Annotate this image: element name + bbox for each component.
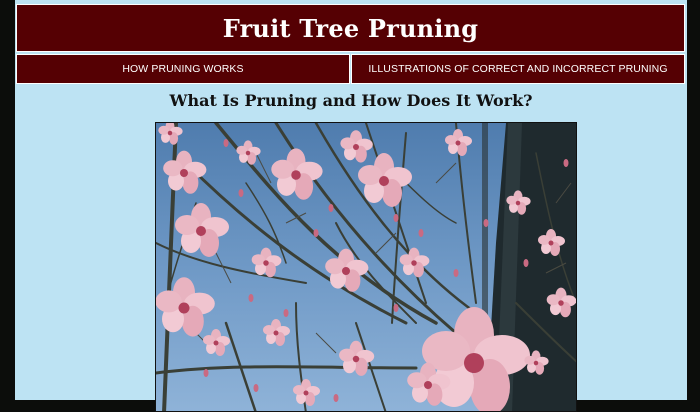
site-header: Fruit Tree Pruning [16, 4, 685, 52]
section-heading: What Is Pruning and How Does It Work? [169, 91, 533, 110]
nav-tab-illustrations[interactable]: ILLUSTRATIONS OF CORRECT AND INCORRECT P… [351, 54, 685, 84]
nav-tab-how-pruning-works[interactable]: HOW PRUNING WORKS [16, 54, 350, 84]
nav-tab-label: ILLUSTRATIONS OF CORRECT AND INCORRECT P… [368, 63, 668, 75]
blossom-photo [155, 122, 577, 412]
page: Fruit Tree Pruning HOW PRUNING WORKS ILL… [15, 0, 687, 412]
nav-tab-label: HOW PRUNING WORKS [122, 63, 244, 75]
site-title: Fruit Tree Pruning [222, 13, 479, 43]
